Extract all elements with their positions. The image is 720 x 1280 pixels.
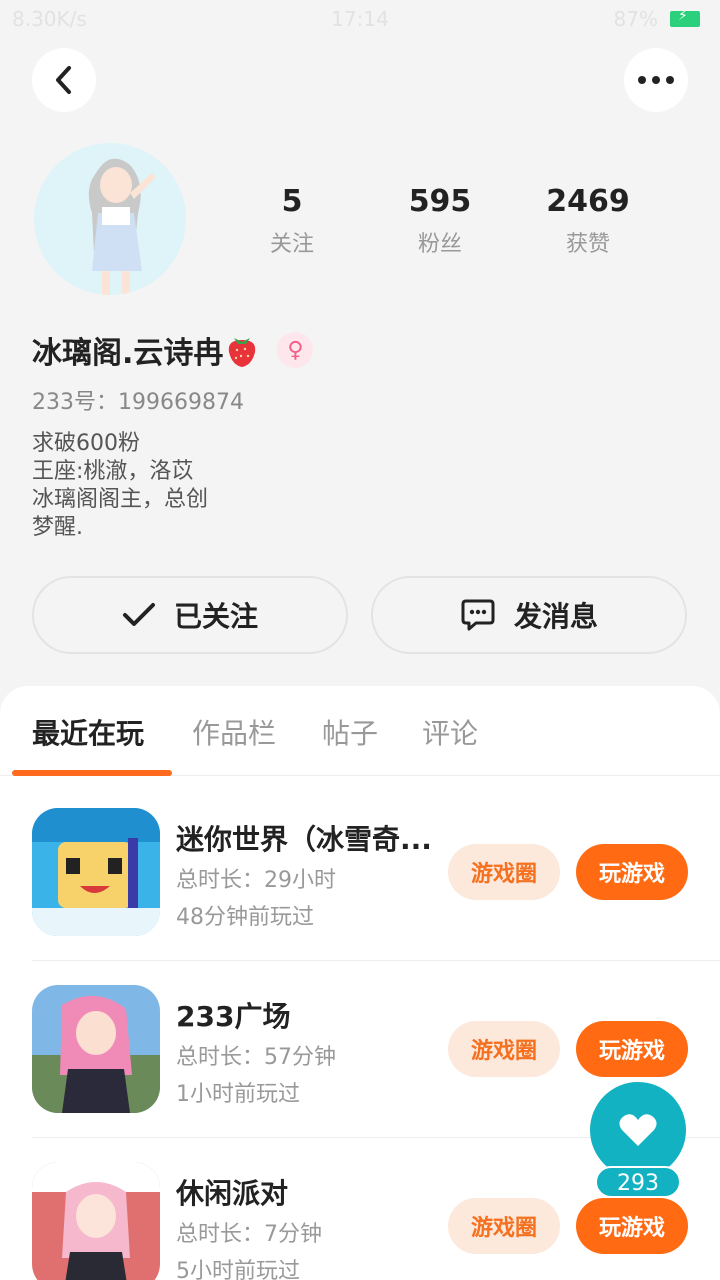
bio-line: 求破600粉	[32, 431, 140, 456]
play-game-button[interactable]: 玩游戏	[576, 1021, 688, 1077]
stat-value: 5	[281, 184, 303, 219]
game-circle-button[interactable]: 游戏圈	[448, 844, 560, 900]
name-row: 冰璃阁.云诗冉 ♀	[32, 328, 314, 372]
check-icon	[122, 603, 155, 626]
game-last-played: 48分钟前玩过	[176, 905, 314, 930]
game-icon[interactable]	[32, 808, 160, 936]
user-id: 233号：199669874	[32, 390, 244, 415]
send-message-label: 发消息	[513, 600, 598, 633]
battery-percent: 87%	[613, 7, 658, 31]
game-circle-button[interactable]: 游戏圈	[448, 1198, 560, 1254]
game-row[interactable]: 迷你世界（冰雪奇... 总时长：29小时 48分钟前玩过 游戏圈 玩游戏	[0, 784, 720, 961]
like-count-badge: 293	[595, 1166, 681, 1198]
stat-likes[interactable]: 2469 获赞	[514, 184, 662, 258]
game-duration: 总时长：29小时	[176, 868, 336, 893]
play-game-button[interactable]: 玩游戏	[576, 1198, 688, 1254]
more-button[interactable]	[624, 48, 688, 112]
game-duration: 总时长：57分钟	[176, 1045, 336, 1070]
more-dots-icon	[638, 76, 674, 84]
game-title: 休闲派对	[176, 1177, 289, 1210]
avatar[interactable]	[34, 143, 186, 295]
profile-name: 冰璃阁.云诗冉	[32, 336, 224, 371]
bio-line: 梦醒.	[32, 515, 83, 540]
tab-works[interactable]: 作品栏	[192, 712, 276, 752]
game-last-played: 1小时前玩过	[176, 1082, 300, 1107]
game-icon[interactable]	[32, 1162, 160, 1280]
followed-label: 已关注	[173, 600, 258, 633]
game-icon[interactable]	[32, 985, 160, 1113]
stat-value: 2469	[546, 184, 630, 219]
clock: 17:14	[331, 7, 389, 31]
send-message-button[interactable]: 发消息	[371, 576, 687, 654]
back-button[interactable]	[32, 48, 96, 112]
bio-line: 冰璃阁阁主，总创	[32, 487, 209, 512]
heart-icon	[619, 1114, 657, 1146]
tab-posts[interactable]: 帖子	[322, 712, 378, 752]
stat-value: 595	[408, 184, 472, 219]
strawberry-icon	[229, 338, 256, 367]
followed-button[interactable]: 已关注	[32, 576, 348, 654]
tab-bar: 最近在玩 作品栏 帖子 评论	[0, 686, 720, 776]
female-gender-icon: ♀	[277, 332, 314, 368]
game-title: 233广场	[176, 1000, 291, 1033]
active-tab-indicator	[12, 770, 172, 776]
battery-icon	[670, 8, 700, 27]
game-last-played: 5小时前玩过	[176, 1259, 300, 1280]
chevron-left-icon	[56, 66, 71, 94]
like-fab-button[interactable]	[590, 1082, 686, 1178]
profile-bio: 求破600粉 王座:桃澈，洛苡 冰璃阁阁主，总创 梦醒.	[32, 430, 208, 542]
stat-label: 关注	[269, 232, 314, 257]
game-title: 迷你世界（冰雪奇...	[176, 823, 432, 856]
tab-comments[interactable]: 评论	[422, 712, 478, 752]
game-circle-button[interactable]: 游戏圈	[448, 1021, 560, 1077]
bio-line: 王座:桃澈，洛苡	[32, 459, 194, 484]
tab-recent-play[interactable]: 最近在玩	[32, 712, 144, 752]
avatar-illustration	[34, 143, 186, 295]
play-game-button[interactable]: 玩游戏	[576, 844, 688, 900]
game-duration: 总时长：7分钟	[176, 1222, 322, 1247]
status-bar: 8.30K/s 17:14 87%	[0, 0, 720, 40]
stat-label: 粉丝	[417, 232, 462, 257]
stat-followers[interactable]: 595 粉丝	[366, 184, 514, 258]
profile-stats: 5 关注 595 粉丝 2469 获赞	[218, 184, 662, 258]
stat-label: 获赞	[565, 232, 610, 257]
chat-bubble-icon	[461, 599, 495, 631]
stat-following[interactable]: 5 关注	[218, 184, 366, 258]
